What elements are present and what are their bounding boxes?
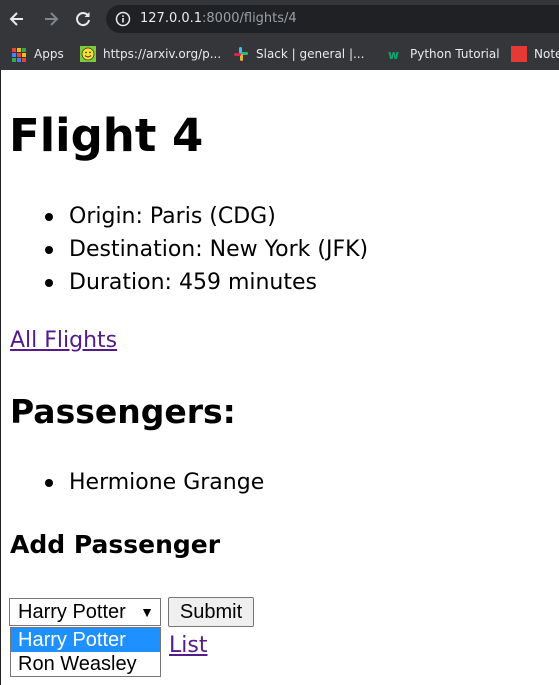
- bookmark-slack[interactable]: Slack | general |...: [233, 45, 373, 63]
- arrow-right-icon: [45, 12, 59, 26]
- add-passenger-heading: Add Passenger: [10, 530, 221, 559]
- svg-text:w: w: [388, 48, 399, 62]
- reload-button[interactable]: [72, 8, 94, 30]
- bookmarks-bar: Apps https://arxiv.org/p... Slack | gene…: [0, 38, 559, 70]
- apps-grid-icon: [11, 46, 27, 62]
- select-value: Harry Potter: [18, 601, 126, 623]
- reload-icon: [76, 12, 90, 27]
- forward-button[interactable]: [40, 8, 62, 30]
- url-text: 127.0.0.1:8000/flights/4: [140, 11, 297, 27]
- bookmark-apps[interactable]: Apps: [11, 45, 71, 63]
- url-host: 127.0.0.1: [140, 11, 203, 26]
- browser-chrome: 127.0.0.1:8000/flights/4 Apps https://ar…: [0, 0, 559, 70]
- info-icon[interactable]: [115, 11, 131, 27]
- bookmark-python-tutorial[interactable]: w Python Tutorial: [387, 45, 507, 63]
- duration-text: Duration: 459 minutes: [69, 270, 317, 295]
- select-dropdown: Harry Potter Ron Weasley: [10, 627, 161, 677]
- passengers-heading: Passengers:: [10, 392, 236, 431]
- option-ron-weasley[interactable]: Ron Weasley: [11, 652, 160, 676]
- all-flights-link[interactable]: All Flights: [10, 327, 117, 355]
- bookmark-note[interactable]: Note: [511, 45, 559, 63]
- arrow-left-icon: [9, 12, 23, 26]
- bullet-icon: [45, 213, 53, 221]
- page-title: Flight 4: [9, 109, 204, 162]
- slack-icon: [234, 47, 248, 61]
- bullet-icon: [45, 246, 53, 254]
- bookmark-arxiv[interactable]: https://arxiv.org/p...: [80, 45, 222, 63]
- bookmark-label: Note: [534, 47, 559, 61]
- url-path: :8000/flights/4: [202, 11, 297, 26]
- bullet-icon: [45, 479, 53, 487]
- list-link[interactable]: List: [169, 632, 207, 660]
- caret-down-icon: ▼: [140, 604, 154, 620]
- bullet-icon: [45, 279, 53, 287]
- bookmark-label: Apps: [34, 47, 64, 61]
- bookmark-label: Python Tutorial: [410, 47, 500, 61]
- origin-text: Origin: Paris (CDG): [69, 204, 276, 229]
- bookmark-label: Slack | general |...: [256, 47, 365, 61]
- w3schools-icon: w: [388, 48, 399, 62]
- back-button[interactable]: [6, 8, 28, 30]
- passenger-select[interactable]: Harry Potter ▼: [9, 598, 161, 626]
- submit-button[interactable]: Submit: [168, 597, 254, 627]
- nav-bar: 127.0.0.1:8000/flights/4: [0, 0, 559, 38]
- bookmark-label: https://arxiv.org/p...: [103, 47, 222, 61]
- option-harry-potter[interactable]: Harry Potter: [11, 628, 160, 652]
- address-bar[interactable]: 127.0.0.1:8000/flights/4: [106, 5, 559, 33]
- passenger-name: Hermione Grange: [69, 470, 265, 495]
- destination-text: Destination: New York (JFK): [69, 237, 369, 262]
- note-icon: [511, 46, 527, 62]
- page-content: Flight 4 Origin: Paris (CDG) Destination…: [0, 70, 559, 685]
- smiley-icon: [80, 46, 96, 62]
